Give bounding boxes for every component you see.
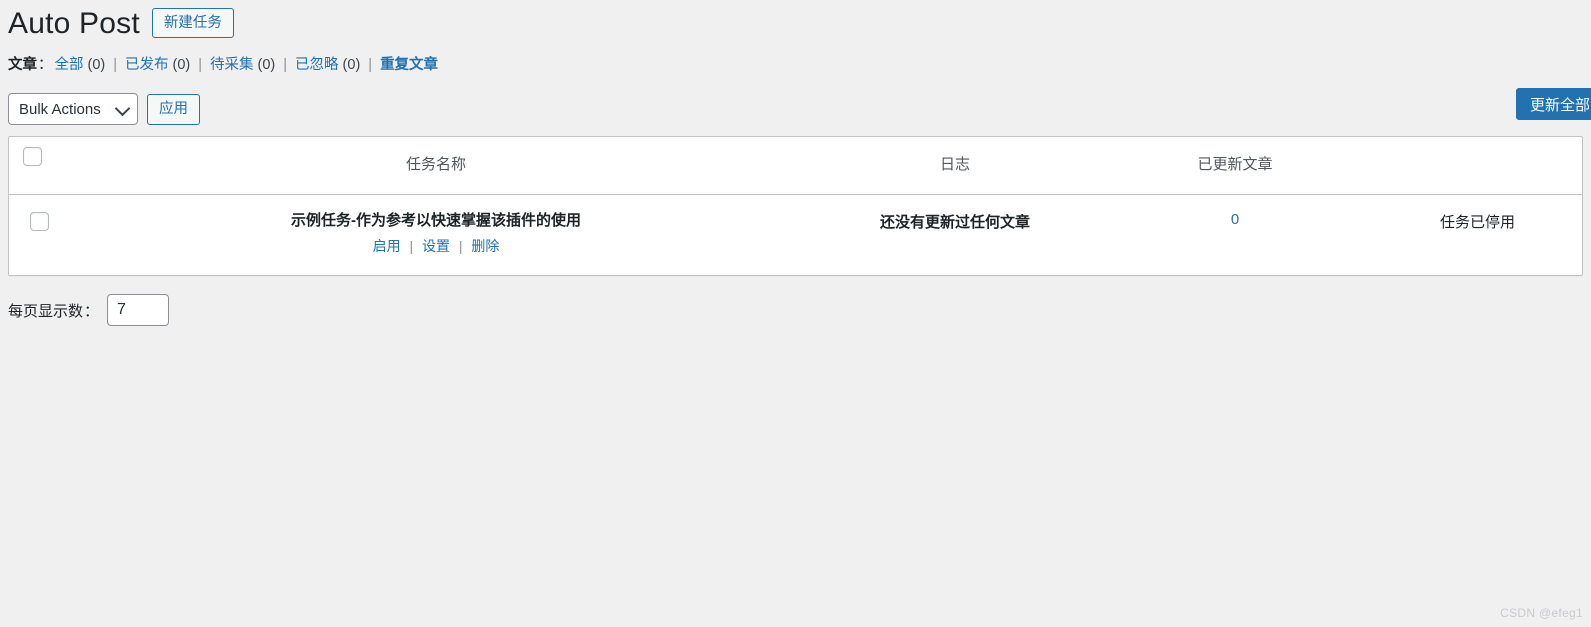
watermark: CSDN @efeg1 bbox=[1500, 606, 1583, 620]
row-action-separator: | bbox=[409, 237, 414, 254]
column-header-updated-posts-label: 已更新文章 bbox=[1197, 156, 1273, 173]
filter-item-all[interactable]: 全部 (0) bbox=[55, 53, 106, 74]
bulk-actions-select[interactable]: Bulk Actions bbox=[8, 93, 138, 125]
bulk-actions-selected-value: Bulk Actions bbox=[19, 100, 101, 118]
row-log-cell: 还没有更新过任何文章 bbox=[815, 195, 1095, 232]
filter-separator: | bbox=[113, 57, 118, 73]
row-action-delete[interactable]: 删除 bbox=[471, 238, 499, 254]
row-task-name-cell: 示例任务-作为参考以快速掌握该插件的使用 启用 | 设置 | 删除 bbox=[57, 195, 815, 257]
row-action-enable[interactable]: 启用 bbox=[373, 238, 401, 254]
filter-count-published: (0) bbox=[172, 57, 191, 73]
task-name[interactable]: 示例任务-作为参考以快速掌握该插件的使用 bbox=[57, 211, 815, 231]
per-page-colon: ： bbox=[84, 302, 100, 320]
column-header-log-label: 日志 bbox=[939, 156, 970, 173]
row-action-separator: | bbox=[458, 237, 463, 254]
update-all-button[interactable]: 更新全部 bbox=[1515, 88, 1591, 120]
per-page-setting: 每页显示数 ： bbox=[0, 276, 1591, 326]
table-row: 示例任务-作为参考以快速掌握该插件的使用 启用 | 设置 | 删除 还没有更新过… bbox=[9, 195, 1582, 275]
per-page-label: 每页显示数 bbox=[8, 302, 84, 320]
filter-item-ignored[interactable]: 已忽略 (0) bbox=[295, 53, 360, 74]
row-updated-posts-link[interactable]: 0 bbox=[1231, 211, 1239, 228]
new-task-button[interactable]: 新建任务 bbox=[151, 8, 234, 38]
row-updated-posts-cell: 0 bbox=[1095, 195, 1375, 228]
filter-link-duplicate[interactable]: 重复文章 bbox=[380, 53, 438, 74]
status-badge: 任务已停用 bbox=[1439, 214, 1515, 231]
filter-count-pending: (0) bbox=[257, 57, 276, 73]
column-header-updated-posts: 已更新文章 bbox=[1095, 137, 1375, 174]
filter-group-label: 文章 bbox=[8, 57, 37, 73]
page-title: Auto Post bbox=[8, 6, 140, 40]
filter-count-all: (0) bbox=[87, 57, 106, 73]
filter-colon: ： bbox=[38, 57, 53, 73]
chevron-down-icon bbox=[114, 100, 131, 117]
post-filter-links: 文章 ： 全部 (0) | 已发布 (0) | 待采集 (0) | 已忽略 (0… bbox=[0, 46, 1591, 79]
column-header-task-name: 任务名称 bbox=[57, 137, 815, 174]
row-select-cell bbox=[9, 195, 57, 231]
table-header-row: 任务名称 日志 已更新文章 bbox=[9, 137, 1582, 195]
select-all-checkbox[interactable] bbox=[23, 147, 42, 166]
row-log-text: 还没有更新过任何文章 bbox=[879, 214, 1030, 231]
column-header-task-name-label: 任务名称 bbox=[405, 156, 466, 173]
filter-link-all[interactable]: 全部 bbox=[55, 53, 84, 74]
row-select-checkbox[interactable] bbox=[30, 212, 49, 231]
filter-count-ignored: (0) bbox=[342, 57, 361, 73]
apply-button[interactable]: 应用 bbox=[147, 93, 200, 125]
filter-link-pending[interactable]: 待采集 bbox=[210, 53, 254, 74]
filter-item-published[interactable]: 已发布 (0) bbox=[125, 53, 190, 74]
column-header-status bbox=[1375, 137, 1580, 153]
column-header-log: 日志 bbox=[815, 137, 1095, 174]
select-all-cell bbox=[9, 137, 57, 166]
tasks-table: 任务名称 日志 已更新文章 示例任务-作为参考以快速掌握该插件的使用 启用 | … bbox=[8, 136, 1583, 276]
row-action-settings[interactable]: 设置 bbox=[422, 238, 450, 254]
filter-separator: | bbox=[283, 57, 288, 73]
row-status-cell: 任务已停用 bbox=[1375, 195, 1580, 232]
filter-item-duplicate[interactable]: 重复文章 bbox=[380, 53, 438, 74]
filter-item-pending[interactable]: 待采集 (0) bbox=[210, 53, 275, 74]
filter-separator: | bbox=[368, 57, 373, 73]
filter-link-published[interactable]: 已发布 bbox=[125, 53, 169, 74]
page-header: Auto Post 新建任务 bbox=[0, 0, 1591, 46]
table-nav-top: Bulk Actions 应用 更新全部 bbox=[0, 79, 1591, 131]
per-page-input[interactable] bbox=[107, 294, 170, 326]
row-actions: 启用 | 设置 | 删除 bbox=[57, 236, 815, 257]
filter-link-ignored[interactable]: 已忽略 bbox=[295, 53, 339, 74]
filter-separator: | bbox=[198, 57, 203, 73]
